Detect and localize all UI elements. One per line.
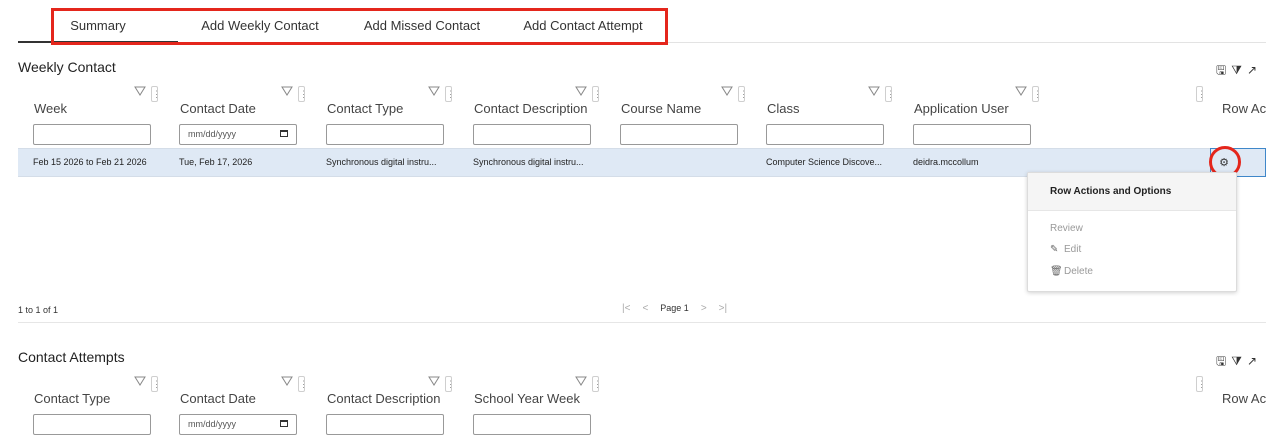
menu-item-review[interactable]: Review [1050,221,1083,237]
week-filter-input[interactable] [33,124,151,145]
column-menu-icon[interactable]: ⋮ [738,86,748,102]
contact-attempts-title: Contact Attempts [18,349,125,365]
prev-page-icon[interactable]: < [642,303,648,314]
cell-contact-description: Synchronous digital instru... [473,157,584,167]
contact-type-filter-input[interactable] [33,414,151,435]
cell-class: Computer Science Discove... [766,157,883,167]
first-page-icon[interactable]: |< [622,303,630,314]
column-menu-icon[interactable]: ⋮ [592,86,602,102]
column-header-contact-type[interactable]: Contact Type ⋮ [18,370,164,412]
contact-type-filter-input[interactable] [326,124,444,145]
column-header-class[interactable]: Class ⋮ [751,80,898,122]
cell-course-name [605,149,751,176]
pencil-icon: ✎ [1050,244,1059,255]
column-menu-icon[interactable]: ⋮ [445,376,455,392]
column-header-application-user[interactable]: Application User ⋮ [898,80,1045,122]
column-menu-icon[interactable]: ⋮ [298,86,308,102]
contact-description-filter-input[interactable] [326,414,444,435]
column-header-contact-description[interactable]: Contact Description ⋮ [311,370,458,412]
tab-add-contact-attempt[interactable]: Add Contact Attempt [502,8,664,43]
calendar-icon[interactable] [280,130,288,137]
filter-icon[interactable] [575,376,587,386]
column-menu-icon[interactable]: ⋮ [298,376,308,392]
pager-info: 1 to 1 of 1 [18,305,59,315]
filter-icon[interactable] [281,376,293,386]
filter-icon[interactable] [721,86,733,96]
pager: |< < Page 1 > >| [622,303,739,314]
column-menu-icon[interactable]: ⋮ [151,86,161,102]
row-actions-title: Row Actions and Options [1028,173,1236,211]
next-page-icon[interactable]: > [701,303,707,314]
attempts-toolbar: 🖫 ⧩ ↗ [1216,352,1266,368]
contact-date-filter-input[interactable]: mm/dd/yyyy [179,414,297,435]
section-divider [18,322,1266,323]
column-header-contact-type[interactable]: Contact Type ⋮ [311,80,458,122]
row-actions-menu: Row Actions and Options Review ✎ Edit 🗑De… [1027,172,1237,292]
weekly-toolbar: 🖫 ⧩ ↗ [1216,61,1266,77]
column-menu-icon[interactable]: ⋮ [1032,86,1042,102]
tab-summary[interactable]: Summary [18,8,178,43]
filter-icon[interactable] [428,86,440,96]
application-user-filter-input[interactable] [913,124,1031,145]
filter-list-icon[interactable]: ⧩ [1231,63,1242,78]
cell-week: Feb 15 2026 to Feb 21 2026 [33,157,147,167]
save-icon[interactable]: 🖫 [1216,61,1226,82]
menu-item-delete[interactable]: 🗑Delete [1050,264,1093,280]
column-header-contact-date[interactable]: Contact Date ⋮ [164,370,311,412]
column-header-week[interactable]: Week ⋮ [18,80,164,122]
filter-icon[interactable] [868,86,880,96]
class-filter-input[interactable] [766,124,884,145]
filter-icon[interactable] [575,86,587,96]
cell-contact-date: Tue, Feb 17, 2026 [179,157,253,167]
column-menu-icon[interactable]: ⋮ [592,376,602,392]
link-icon[interactable]: ↗ [1247,354,1257,368]
cell-contact-type: Synchronous digital instru... [326,157,437,167]
school-year-week-filter-input[interactable] [473,414,591,435]
column-header-contact-date[interactable]: Contact Date ⋮ [164,80,311,122]
filter-row: mm/dd/yyyy [18,410,1266,436]
column-header-course-name[interactable]: Course Name ⋮ [605,80,751,122]
cell-application-user: deidra.mccollum [913,157,979,167]
column-header-row-actions[interactable]: ⋮ Row Ac [1196,370,1266,412]
column-menu-icon[interactable]: ⋮ [1196,86,1206,102]
trash-icon: 🗑 [1050,266,1063,277]
link-icon[interactable]: ↗ [1247,63,1257,77]
column-menu-icon[interactable]: ⋮ [445,86,455,102]
column-header-contact-description[interactable]: Contact Description ⋮ [458,80,605,122]
contact-description-filter-input[interactable] [473,124,591,145]
filter-list-icon[interactable]: ⧩ [1231,354,1242,369]
gear-icon[interactable]: ⚙ [1217,156,1231,170]
column-header-school-year-week[interactable]: School Year Week ⋮ [458,370,605,412]
last-page-icon[interactable]: >| [719,303,727,314]
tab-bar: Summary Add Weekly Contact Add Missed Co… [18,8,1266,45]
contact-date-filter-input[interactable]: mm/dd/yyyy [179,124,297,145]
filter-row: mm/dd/yyyy [18,120,1266,150]
filter-icon[interactable] [1015,86,1027,96]
column-menu-icon[interactable]: ⋮ [885,86,895,102]
filter-icon[interactable] [281,86,293,96]
column-menu-icon[interactable]: ⋮ [1196,376,1206,392]
tab-add-missed-contact[interactable]: Add Missed Contact [342,8,502,43]
filter-icon[interactable] [428,376,440,386]
page-label: Page 1 [660,303,689,313]
column-header-row-actions[interactable]: ⋮ Row Ac [1196,80,1266,122]
filter-icon[interactable] [134,86,146,96]
menu-item-edit[interactable]: ✎ Edit [1050,242,1081,258]
calendar-icon[interactable] [280,420,288,427]
weekly-contact-title: Weekly Contact [18,59,116,75]
column-menu-icon[interactable]: ⋮ [151,376,161,392]
tab-add-weekly-contact[interactable]: Add Weekly Contact [178,8,342,43]
course-name-filter-input[interactable] [620,124,738,145]
filter-icon[interactable] [134,376,146,386]
